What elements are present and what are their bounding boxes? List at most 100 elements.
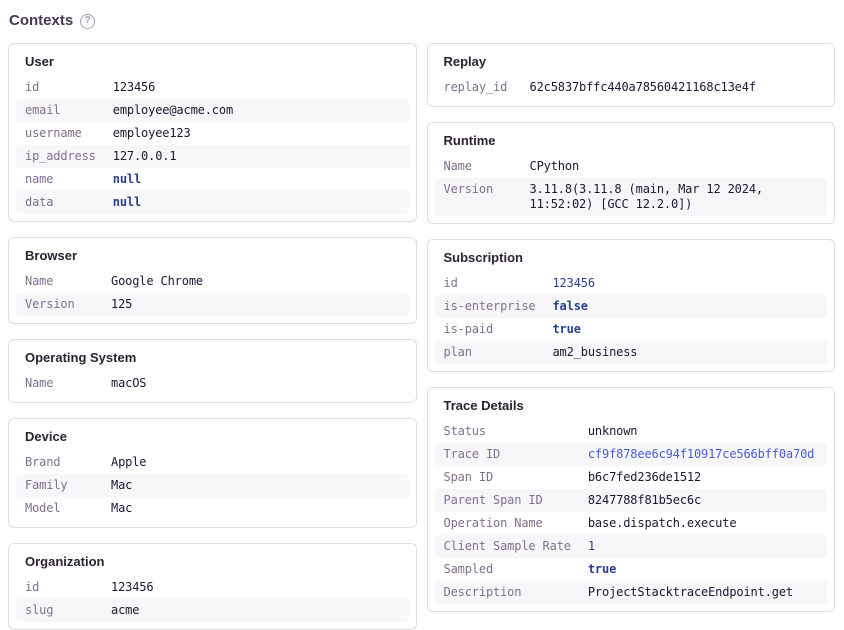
context-key: Version (16, 293, 102, 316)
context-value: 123456 (543, 272, 827, 295)
table-row: Parent Span ID 8247788f81b5ec6c (435, 489, 828, 512)
context-key: id (16, 576, 102, 599)
context-key: Span ID (435, 466, 579, 489)
context-key: is-paid (435, 318, 544, 341)
context-key: username (16, 122, 104, 145)
context-key: Status (435, 420, 579, 443)
context-table: replay_id 62c5837bffc440a78560421168c13e… (435, 76, 828, 99)
card-title: Browser (16, 245, 409, 270)
context-key: id (435, 272, 544, 295)
context-table: Name CPython Version 3.11.8(3.11.8 (main… (435, 155, 828, 216)
table-row: Status unknown (435, 420, 828, 443)
context-table: Brand Apple Family Mac Model Mac (16, 451, 409, 520)
contexts-header: Contexts ? (9, 12, 835, 30)
context-key: data (16, 191, 104, 214)
trace-id-link[interactable]: cf9f878ee6c94f10917ce566bff0a70d (579, 443, 827, 466)
context-value: 8247788f81b5ec6c (579, 489, 827, 512)
table-row: id 123456 (16, 76, 409, 99)
context-key: replay_id (435, 76, 521, 99)
context-value: Google Chrome (102, 270, 409, 293)
context-card-trace-details: Trace Details Status unknown Trace ID cf… (427, 387, 836, 612)
table-row: Version 125 (16, 293, 409, 316)
table-row: id 123456 (435, 272, 828, 295)
context-value: false (543, 295, 827, 318)
context-value: acme (102, 599, 409, 622)
context-value: Mac (102, 474, 409, 497)
context-value: null (104, 168, 409, 191)
context-card-replay: Replay replay_id 62c5837bffc440a78560421… (427, 43, 836, 107)
context-key: Name (16, 270, 102, 293)
context-key: Description (435, 581, 579, 604)
context-value: am2_business (543, 341, 827, 364)
table-row: id 123456 (16, 576, 409, 599)
table-row: replay_id 62c5837bffc440a78560421168c13e… (435, 76, 828, 99)
context-key: Name (16, 372, 102, 395)
context-key: Operation Name (435, 512, 579, 535)
context-key: email (16, 99, 104, 122)
context-card-runtime: Runtime Name CPython Version 3.11.8(3.11… (427, 122, 836, 224)
context-key: is-enterprise (435, 295, 544, 318)
card-title: Trace Details (435, 395, 828, 420)
context-key: plan (435, 341, 544, 364)
card-title: User (16, 51, 409, 76)
table-row: Client Sample Rate 1 (435, 535, 828, 558)
table-row: Name macOS (16, 372, 409, 395)
table-row: Family Mac (16, 474, 409, 497)
card-title: Operating System (16, 347, 409, 372)
context-key: Parent Span ID (435, 489, 579, 512)
context-table: id 123456 email employee@acme.com userna… (16, 76, 409, 214)
table-row: Model Mac (16, 497, 409, 520)
context-value: true (543, 318, 827, 341)
context-value: 123456 (102, 576, 409, 599)
context-value: ProjectStacktraceEndpoint.get (579, 581, 827, 604)
context-key: ip_address (16, 145, 104, 168)
context-value: 127.0.0.1 (104, 145, 409, 168)
help-icon[interactable]: ? (80, 14, 95, 29)
context-key: Client Sample Rate (435, 535, 579, 558)
context-key: Family (16, 474, 102, 497)
context-key: Model (16, 497, 102, 520)
context-value: unknown (579, 420, 827, 443)
table-row: plan am2_business (435, 341, 828, 364)
context-value: macOS (102, 372, 409, 395)
context-card-device: Device Brand Apple Family Mac Model Mac (8, 418, 417, 528)
context-value: 1 (579, 535, 827, 558)
card-title: Organization (16, 551, 409, 576)
context-value: base.dispatch.execute (579, 512, 827, 535)
context-key: Sampled (435, 558, 579, 581)
context-value: b6c7fed236de1512 (579, 466, 827, 489)
context-value: CPython (521, 155, 828, 178)
context-table: Status unknown Trace ID cf9f878ee6c94f10… (435, 420, 828, 604)
context-table: id 123456 slug acme (16, 576, 409, 622)
context-key: Trace ID (435, 443, 579, 466)
context-table: Name macOS (16, 372, 409, 395)
table-row: name null (16, 168, 409, 191)
table-row: is-paid true (435, 318, 828, 341)
context-value: 123456 (104, 76, 409, 99)
table-row: Brand Apple (16, 451, 409, 474)
left-column: User id 123456 email employee@acme.com u… (8, 43, 417, 630)
table-row: Sampled true (435, 558, 828, 581)
context-card-subscription: Subscription id 123456 is-enterprise fal… (427, 239, 836, 372)
table-row: is-enterprise false (435, 295, 828, 318)
context-card-operating-system: Operating System Name macOS (8, 339, 417, 403)
context-value: Apple (102, 451, 409, 474)
card-title: Device (16, 426, 409, 451)
context-key: id (16, 76, 104, 99)
context-key: slug (16, 599, 102, 622)
table-row: ip_address 127.0.0.1 (16, 145, 409, 168)
table-row: Description ProjectStacktraceEndpoint.ge… (435, 581, 828, 604)
context-key: Name (435, 155, 521, 178)
table-row: Version 3.11.8(3.11.8 (main, Mar 12 2024… (435, 178, 828, 216)
right-column: Replay replay_id 62c5837bffc440a78560421… (427, 43, 836, 612)
context-value: 3.11.8(3.11.8 (main, Mar 12 2024, 11:52:… (521, 178, 828, 216)
table-row: username employee123 (16, 122, 409, 145)
context-table: id 123456 is-enterprise false is-paid tr… (435, 272, 828, 364)
context-key: name (16, 168, 104, 191)
table-row: Span ID b6c7fed236de1512 (435, 466, 828, 489)
table-row: Name CPython (435, 155, 828, 178)
table-row: Operation Name base.dispatch.execute (435, 512, 828, 535)
context-key: Brand (16, 451, 102, 474)
table-row: data null (16, 191, 409, 214)
table-row: email employee@acme.com (16, 99, 409, 122)
